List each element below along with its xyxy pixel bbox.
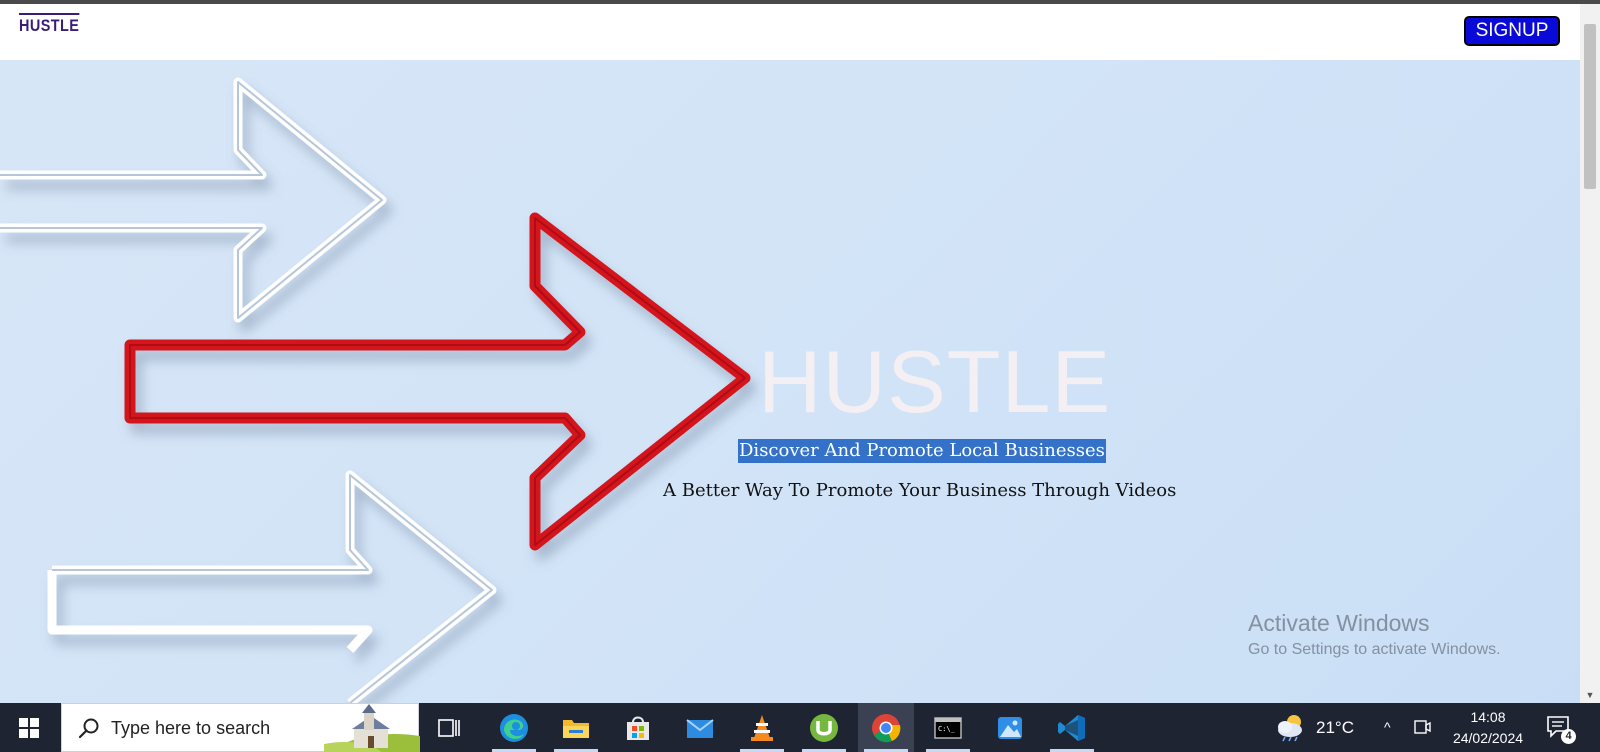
white-arrow-bottom — [47, 470, 497, 703]
red-arrow — [124, 212, 751, 551]
microsoft-store-icon — [627, 716, 649, 740]
taskbar-search[interactable]: Type here to search — [61, 703, 420, 752]
page-scrollbar[interactable]: ▲ ▼ — [1580, 4, 1600, 703]
scroll-thumb[interactable] — [1584, 24, 1596, 189]
search-icon — [78, 718, 99, 739]
hero-subtitle: A Better Way To Promote Your Business Th… — [663, 480, 1177, 501]
start-button[interactable] — [0, 703, 58, 752]
weather-temperature[interactable]: 21°C — [1316, 703, 1354, 752]
watermark-title: Activate Windows — [1248, 610, 1430, 636]
file-explorer-button[interactable] — [548, 703, 604, 752]
search-placeholder: Type here to search — [111, 718, 271, 738]
browser-viewport: HUSTLE SIGNUP HUSTLE Discover And Promot… — [0, 0, 1600, 752]
white-arrow-top — [0, 77, 387, 323]
photos-button[interactable] — [982, 703, 1038, 752]
mail-button[interactable] — [672, 703, 728, 752]
navbar: HUSTLE SIGNUP — [0, 4, 1580, 61]
watermark-subtitle: Go to Settings to activate Windows. — [1248, 641, 1501, 658]
task-view-icon — [438, 719, 460, 737]
utorrent-icon — [810, 714, 838, 742]
task-view-button[interactable] — [421, 703, 477, 752]
vscode-button[interactable] — [1044, 703, 1100, 752]
photos-icon — [998, 717, 1022, 739]
edge-icon — [500, 714, 528, 742]
chrome-icon — [872, 714, 901, 743]
file-explorer-icon — [563, 720, 589, 738]
scroll-down-arrow-icon[interactable]: ▼ — [1580, 689, 1600, 701]
windows-taskbar: Type here to search C:\_ 21°C ^ 14:08 24… — [0, 703, 1600, 752]
brand-logo[interactable]: HUSTLE — [19, 13, 80, 36]
vlc-button[interactable] — [734, 703, 790, 752]
svg-text:C:\_: C:\_ — [938, 725, 956, 733]
search-highlight-church-icon — [324, 704, 420, 752]
signup-button[interactable]: SIGNUP — [1464, 16, 1560, 46]
clock-date: 24/02/2024 — [1452, 730, 1524, 746]
mail-icon — [686, 719, 714, 738]
vlc-icon — [751, 715, 773, 741]
windows-logo-icon — [19, 718, 39, 738]
system-clock[interactable]: 14:08 24/02/2024 — [1440, 707, 1536, 749]
microsoft-store-button[interactable] — [610, 703, 666, 752]
weather-cloud-icon[interactable] — [1274, 712, 1308, 742]
clock-time: 14:08 — [1470, 709, 1506, 725]
vscode-icon — [1058, 715, 1085, 741]
show-hidden-icons-chevron-icon[interactable]: ^ — [1384, 703, 1391, 752]
chrome-button[interactable] — [858, 703, 914, 752]
notification-count-badge: 4 — [1561, 729, 1576, 744]
meet-now-icon[interactable] — [1413, 718, 1431, 736]
activate-windows-watermark: Activate Windows Go to Settings to activ… — [1248, 608, 1501, 662]
hero-tagline: Discover And Promote Local Businesses — [738, 439, 1106, 463]
utorrent-button[interactable] — [796, 703, 852, 752]
hero-section: HUSTLE Discover And Promote Local Busine… — [0, 60, 1580, 703]
terminal-icon: C:\_ — [934, 717, 962, 739]
hero-title: HUSTLE — [758, 332, 1112, 431]
terminal-button[interactable]: C:\_ — [920, 703, 976, 752]
edge-button[interactable] — [486, 703, 542, 752]
